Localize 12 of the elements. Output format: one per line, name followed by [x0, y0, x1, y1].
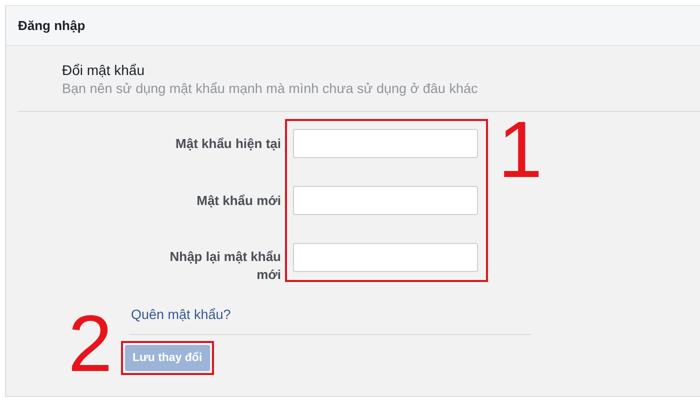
field-label: Mật khẩu mới [196, 192, 281, 210]
section-title: Đổi mật khẩu [62, 62, 146, 78]
password-field[interactable] [293, 243, 478, 272]
forgot-password-link[interactable]: Quên mật khẩu? [131, 307, 231, 322]
field-label: Nhập lại mật khẩu mới [168, 248, 281, 284]
field-label: Mật khẩu hiện tại [174, 134, 281, 152]
step-number: 1 [498, 119, 542, 182]
step-number: 2 [68, 313, 112, 376]
password-field[interactable] [293, 129, 478, 158]
section-description: Bạn nên sử dụng mật khẩu mạnh mà mình chưa sử dụng ở đâu khác [62, 81, 479, 96]
password-field[interactable] [293, 186, 478, 215]
header-title: Đăng nhập [18, 18, 86, 33]
